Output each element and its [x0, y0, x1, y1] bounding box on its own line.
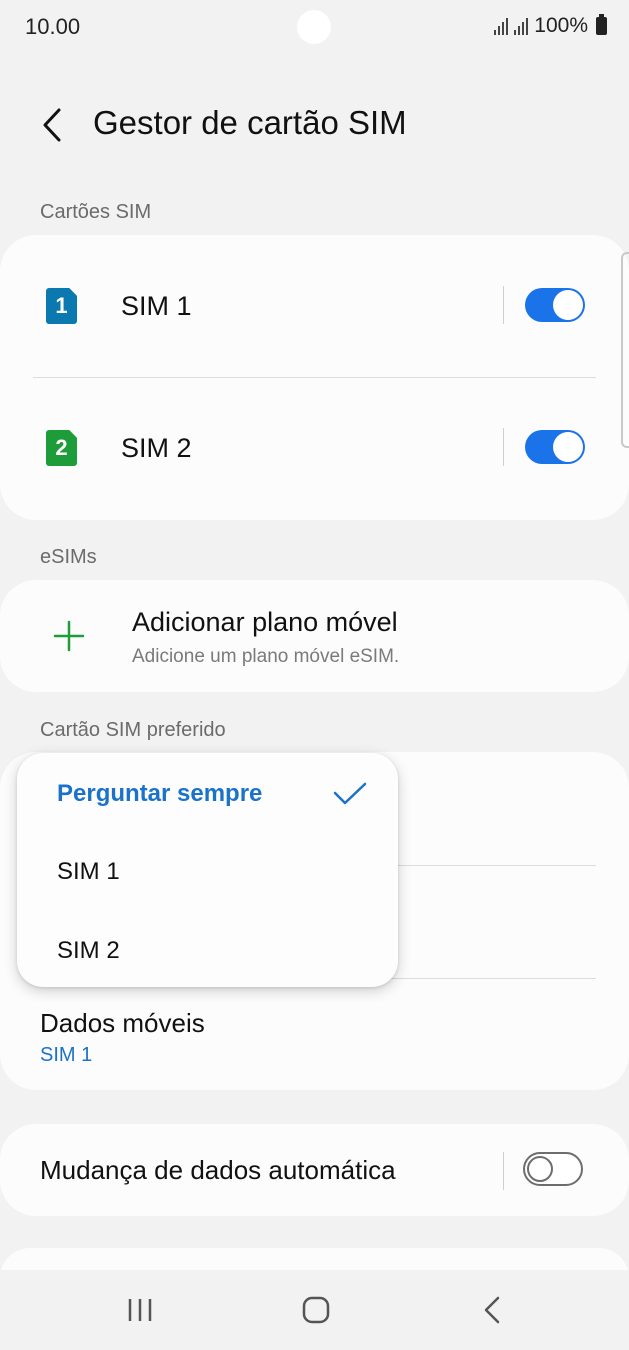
recent-apps-button[interactable] [110, 1284, 170, 1336]
chevron-left-icon [43, 108, 61, 142]
auto-data-switch-toggle[interactable] [523, 1152, 583, 1186]
status-right: 100% [494, 14, 607, 38]
sim-label: SIM 2 [121, 433, 192, 463]
battery-percent: 100% [534, 14, 588, 37]
home-button[interactable] [286, 1284, 346, 1336]
popup-option-sim-1[interactable]: SIM 1 [57, 858, 120, 886]
auto-data-switch-label: Mudança de dados automática [40, 1155, 396, 1185]
section-label-esims: eSIMs [40, 546, 97, 568]
add-mobile-plan-card[interactable]: Adicionar plano móvel Adicione um plano … [0, 580, 629, 692]
recent-apps-icon [128, 1299, 152, 1321]
divider [503, 1152, 504, 1190]
back-nav-button[interactable] [462, 1284, 522, 1336]
sim-row-2[interactable]: 2 SIM 2 [0, 378, 629, 518]
back-button[interactable] [30, 100, 74, 150]
mobile-data-label: Dados móveis [40, 1008, 205, 1038]
status-time: 10.00 [25, 14, 81, 39]
sim-1-icon: 1 [46, 288, 77, 324]
signal-icon [514, 17, 529, 35]
sim-cards-card: 1 SIM 1 2 SIM 2 [0, 235, 629, 520]
status-bar: 10.00 100% [0, 0, 629, 54]
add-plan-title: Adicionar plano móvel [132, 607, 398, 637]
sim-choice-popup: Perguntar sempre SIM 1 SIM 2 [17, 753, 398, 987]
sim-row-1[interactable]: 1 SIM 1 [0, 235, 629, 375]
section-label-preferred: Cartão SIM preferido [40, 719, 226, 741]
home-icon [302, 1296, 330, 1324]
sim-2-toggle[interactable] [525, 430, 585, 464]
sim-2-icon: 2 [46, 430, 77, 466]
back-icon [484, 1296, 500, 1324]
mobile-data-value: SIM 1 [40, 1044, 93, 1066]
page-title: Gestor de cartão SIM [93, 104, 407, 141]
mobile-data-row[interactable]: Dados móveis SIM 1 [0, 979, 629, 1090]
auto-data-switch-row[interactable]: Mudança de dados automática [0, 1124, 629, 1216]
divider [503, 428, 504, 466]
navigation-bar [0, 1270, 629, 1350]
camera-cutout [297, 10, 331, 44]
popup-option-ask-always[interactable]: Perguntar sempre [57, 780, 262, 808]
add-plan-subtitle: Adicione um plano móvel eSIM. [132, 646, 400, 667]
header: Gestor de cartão SIM [0, 90, 629, 160]
check-icon [333, 782, 367, 805]
scrollbar[interactable] [621, 252, 629, 448]
sim-1-toggle[interactable] [525, 288, 585, 322]
plus-icon [53, 620, 85, 652]
signal-icon [494, 17, 509, 35]
divider [503, 286, 504, 324]
section-label-sim-cards: Cartões SIM [40, 201, 152, 223]
battery-icon [596, 14, 607, 35]
sim-label: SIM 1 [121, 291, 192, 321]
popup-option-sim-2[interactable]: SIM 2 [57, 937, 120, 965]
